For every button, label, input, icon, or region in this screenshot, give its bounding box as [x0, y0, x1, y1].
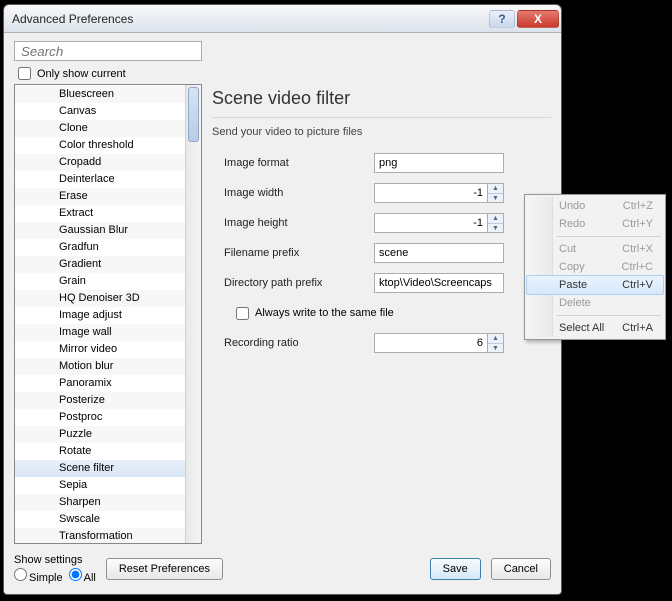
save-button[interactable]: Save: [430, 558, 481, 580]
ctx-copy[interactable]: CopyCtrl+C: [527, 258, 663, 276]
recording-ratio-label: Recording ratio: [224, 337, 374, 349]
always-write-label: Always write to the same file: [255, 307, 394, 319]
image-format-label: Image format: [224, 157, 374, 169]
help-button[interactable]: ?: [489, 10, 515, 28]
simple-radio-label[interactable]: Simple: [14, 568, 63, 584]
tree-item[interactable]: Image adjust: [15, 307, 185, 324]
always-write-checkbox[interactable]: [236, 307, 249, 320]
ctx-undo[interactable]: UndoCtrl+Z: [527, 197, 663, 215]
tree-item[interactable]: Extract: [15, 205, 185, 222]
tree-item[interactable]: Grain: [15, 273, 185, 290]
tree-item[interactable]: Sharpen: [15, 494, 185, 511]
tree-item[interactable]: Scene filter: [15, 460, 185, 477]
ctx-delete[interactable]: Delete: [527, 294, 663, 312]
preferences-window: Advanced Preferences ? X Only show curre…: [3, 4, 562, 595]
window-title: Advanced Preferences: [12, 12, 487, 26]
image-width-spinner[interactable]: ▲▼: [488, 183, 504, 203]
tree-item[interactable]: Erase: [15, 188, 185, 205]
tree-item[interactable]: Swscale: [15, 511, 185, 528]
ctx-select-all[interactable]: Select AllCtrl+A: [527, 319, 663, 337]
show-settings-label: Show settings: [14, 554, 96, 566]
tree-item[interactable]: Gaussian Blur: [15, 222, 185, 239]
tree-item[interactable]: Clone: [15, 120, 185, 137]
tree-item[interactable]: Gradient: [15, 256, 185, 273]
recording-ratio-input[interactable]: [374, 333, 488, 353]
titlebar: Advanced Preferences ? X: [4, 5, 561, 33]
image-format-input[interactable]: [374, 153, 504, 173]
tree-scrollbar[interactable]: [185, 85, 201, 543]
all-radio-label[interactable]: All: [69, 568, 96, 584]
tree-item[interactable]: Bluescreen: [15, 86, 185, 103]
only-show-current-label: Only show current: [37, 68, 126, 80]
tree-scroll-thumb[interactable]: [188, 87, 199, 142]
image-height-spinner[interactable]: ▲▼: [488, 213, 504, 233]
all-radio[interactable]: [69, 568, 82, 581]
cancel-button[interactable]: Cancel: [491, 558, 551, 580]
tree-item[interactable]: Motion blur: [15, 358, 185, 375]
image-height-input[interactable]: [374, 213, 488, 233]
only-show-current-row: Only show current: [18, 67, 551, 80]
filename-prefix-label: Filename prefix: [224, 247, 374, 259]
ctx-paste[interactable]: PasteCtrl+V: [526, 275, 664, 295]
tree-item[interactable]: Mirror video: [15, 341, 185, 358]
tree-item[interactable]: Puzzle: [15, 426, 185, 443]
search-input[interactable]: [14, 41, 202, 61]
category-tree[interactable]: BluescreenCanvasCloneColor thresholdCrop…: [14, 84, 202, 544]
tree-item[interactable]: Panoramix: [15, 375, 185, 392]
page-title: Scene video filter: [212, 84, 551, 118]
tree-item[interactable]: Transformation: [15, 528, 185, 543]
directory-prefix-label: Directory path prefix: [224, 277, 374, 289]
recording-ratio-spinner[interactable]: ▲▼: [488, 333, 504, 353]
only-show-current-checkbox[interactable]: [18, 67, 31, 80]
tree-item[interactable]: Posterize: [15, 392, 185, 409]
image-height-label: Image height: [224, 217, 374, 229]
tree-item[interactable]: Image wall: [15, 324, 185, 341]
tree-item[interactable]: Deinterlace: [15, 171, 185, 188]
tree-item[interactable]: HQ Denoiser 3D: [15, 290, 185, 307]
ctx-separator: [557, 315, 661, 316]
context-menu: UndoCtrl+Z RedoCtrl+Y CutCtrl+X CopyCtrl…: [524, 194, 666, 340]
image-width-input[interactable]: [374, 183, 488, 203]
filename-prefix-input[interactable]: [374, 243, 504, 263]
ctx-separator: [557, 236, 661, 237]
tree-item[interactable]: Postproc: [15, 409, 185, 426]
tree-item[interactable]: Rotate: [15, 443, 185, 460]
tree-item[interactable]: Color threshold: [15, 137, 185, 154]
directory-prefix-input[interactable]: [374, 273, 504, 293]
image-width-label: Image width: [224, 187, 374, 199]
reset-preferences-button[interactable]: Reset Preferences: [106, 558, 223, 580]
tree-item[interactable]: Gradfun: [15, 239, 185, 256]
simple-radio[interactable]: [14, 568, 27, 581]
page-subtitle: Send your video to picture files: [212, 126, 551, 138]
ctx-cut[interactable]: CutCtrl+X: [527, 240, 663, 258]
ctx-redo[interactable]: RedoCtrl+Y: [527, 215, 663, 233]
tree-item[interactable]: Sepia: [15, 477, 185, 494]
close-button[interactable]: X: [517, 10, 559, 28]
tree-item[interactable]: Cropadd: [15, 154, 185, 171]
tree-item[interactable]: Canvas: [15, 103, 185, 120]
